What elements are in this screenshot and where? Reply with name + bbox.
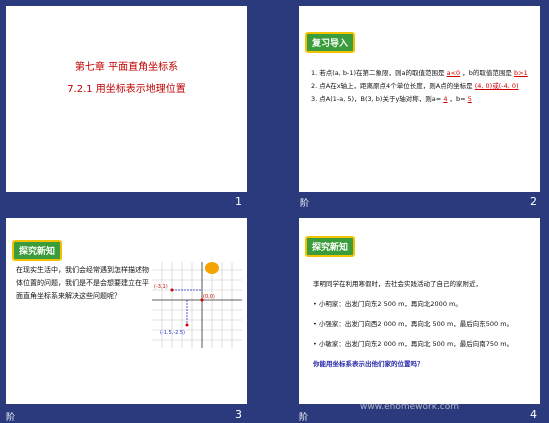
- slide-number: 3: [235, 408, 242, 421]
- question-3-mid: ，b=: [449, 95, 466, 103]
- question-1-mid: ，b的取值范围是: [462, 69, 512, 77]
- list-item: • 小明家：出发门向东2 500 m，再向北2000 m。: [313, 300, 462, 308]
- list-item: • 小强家：出发门向西2 000 m，再向北 500 m，最后向东500 m。: [313, 320, 514, 328]
- slide-number: 2: [530, 195, 537, 208]
- explore-tag: 探究新知: [305, 236, 356, 257]
- answer-3a: 4: [443, 95, 448, 103]
- slide-prefix: 阶: [6, 413, 16, 423]
- slide-number: 4: [530, 408, 537, 421]
- answer-2: (4, 0)或(-4, 0): [474, 82, 519, 90]
- chapter-title: 第七章 平面直角坐标系: [74, 62, 179, 73]
- watermark-url: www.ehomework.com: [360, 402, 460, 412]
- answer-1a: a<0: [446, 69, 461, 77]
- point-2: [185, 323, 189, 327]
- label-point-1: (-3,1): [154, 284, 168, 290]
- slide-3[interactable]: 探究新知 在现实生活中，我们会经常遇到怎样描述物体位置的问题，我们是不是会想要建…: [6, 218, 247, 404]
- slide-prefix: 阶: [300, 199, 310, 209]
- label-origin: (0,0): [203, 294, 215, 300]
- intro-text: 李明同学在利用寒假时，去社会实践活动了自己的家附近，: [313, 280, 482, 288]
- slide-prefix: 阶: [299, 413, 309, 423]
- slide-number: 1: [235, 195, 242, 208]
- section-title: 7.2.1 用坐标表示地理位置: [67, 84, 186, 95]
- point-1: [170, 288, 174, 292]
- explore-tag: 探究新知: [12, 240, 63, 261]
- list-item: • 小敏家：出发门向东2 000 m，再向北 500 m，最后向南750 m。: [313, 340, 514, 348]
- answer-3b: 5: [467, 95, 472, 103]
- question-1: 1. 若点(a, b-1)在第二象限，则a的取值范围是: [311, 69, 445, 77]
- slide-1[interactable]: 第七章 平面直角坐标系 7.2.1 用坐标表示地理位置: [6, 6, 247, 192]
- coordinate-grid: (-3,1) (0,0) (-1.5,-2.5): [152, 262, 242, 348]
- explore-text: 在现实生活中，我们会经常遇到怎样描述物体位置的问题，我们是不是会想要建立在平面直…: [16, 266, 149, 300]
- question-3: 3. 点A(1-a, 5)，B(3, b)关于y轴对称，则a=: [311, 95, 442, 103]
- label-point-2: (-1.5,-2.5): [160, 330, 185, 336]
- question-2: 2. 点A在x轴上，距离原点4个单位长度，则A点的坐标是: [311, 82, 473, 90]
- slide-2[interactable]: 复习导入 1. 若点(a, b-1)在第二象限，则a的取值范围是 a<0 ，b的…: [299, 6, 540, 192]
- answer-1b: b>1: [514, 69, 528, 77]
- review-questions: 1. 若点(a, b-1)在第二象限，则a的取值范围是 a<0 ，b的取值范围是…: [311, 68, 533, 104]
- explore-content: 李明同学在利用寒假时，去社会实践活动了自己的家附近， • 小明家：出发门向东2 …: [313, 274, 531, 374]
- owl-icon: [205, 262, 219, 274]
- review-tag: 复习导入: [305, 32, 356, 53]
